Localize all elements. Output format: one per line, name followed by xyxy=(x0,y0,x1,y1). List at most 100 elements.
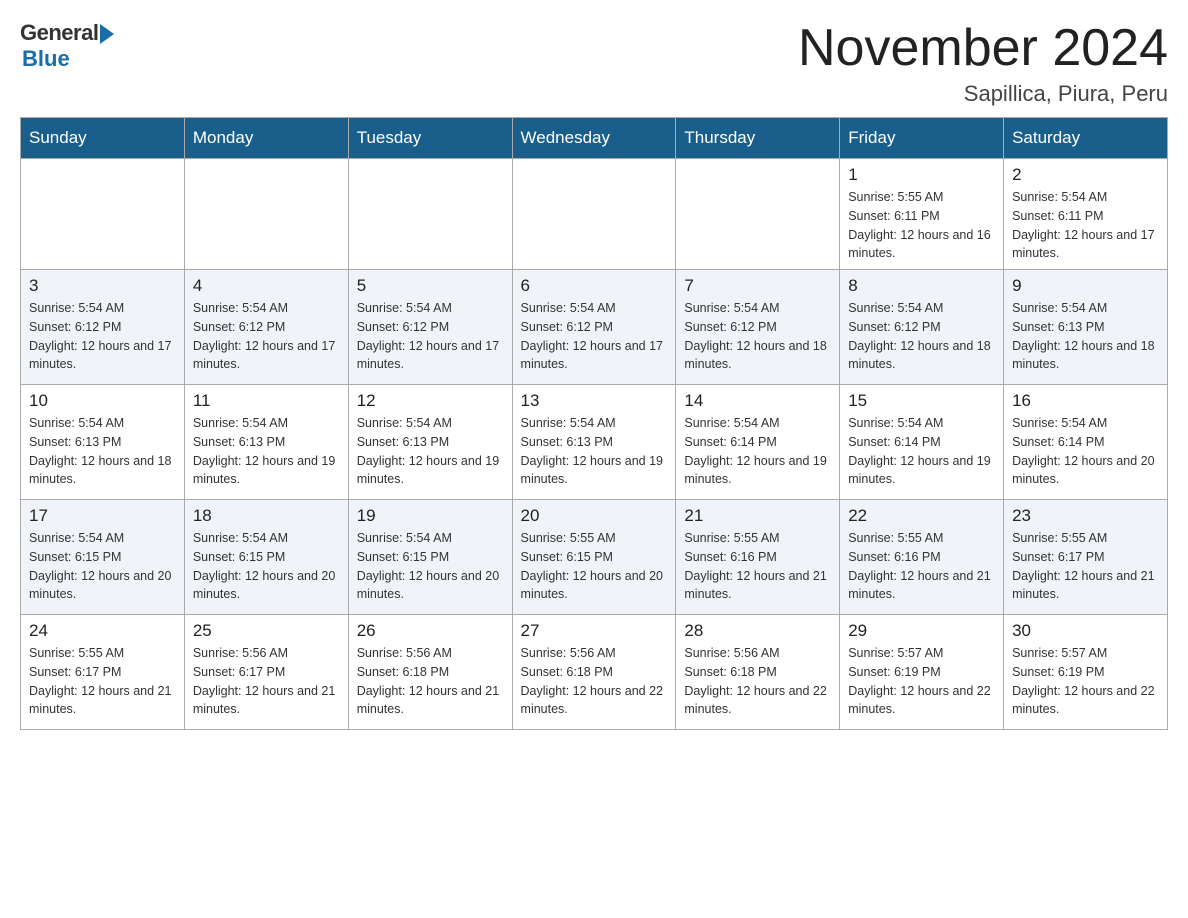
calendar-cell: 29Sunrise: 5:57 AMSunset: 6:19 PMDayligh… xyxy=(840,615,1004,730)
day-info: Sunrise: 5:54 AMSunset: 6:13 PMDaylight:… xyxy=(193,414,340,489)
calendar-cell: 20Sunrise: 5:55 AMSunset: 6:15 PMDayligh… xyxy=(512,500,676,615)
day-info: Sunrise: 5:54 AMSunset: 6:12 PMDaylight:… xyxy=(193,299,340,374)
calendar-cell xyxy=(676,159,840,270)
day-number: 25 xyxy=(193,621,340,641)
day-number: 23 xyxy=(1012,506,1159,526)
logo: General Blue xyxy=(20,20,114,72)
calendar-week-row: 24 Sunrise: 5:55 AMSunset: 6:17 PMDayligh… xyxy=(21,615,1168,730)
calendar-week-row: 17Sunrise: 5:54 AMSunset: 6:15 PMDayligh… xyxy=(21,500,1168,615)
day-number: 29 xyxy=(848,621,995,641)
calendar-day-header: Sunday xyxy=(21,118,185,159)
day-number: 30 xyxy=(1012,621,1159,641)
day-info: Sunrise: 5:55 AMSunset: 6:11 PMDaylight:… xyxy=(848,188,995,263)
day-number: 6 xyxy=(521,276,668,296)
day-number: 8 xyxy=(848,276,995,296)
calendar-cell: 9 Sunrise: 5:54 AMSunset: 6:13 PMDaylight… xyxy=(1004,270,1168,385)
page-header: General Blue November 2024 Sapillica, Pi… xyxy=(20,20,1168,107)
day-info: Sunrise: 5:54 AMSunset: 6:12 PMDaylight:… xyxy=(29,299,176,374)
day-info: Sunrise: 5:56 AMSunset: 6:18 PMDaylight:… xyxy=(684,644,831,719)
calendar-day-header: Thursday xyxy=(676,118,840,159)
calendar-cell: 4 Sunrise: 5:54 AMSunset: 6:12 PMDaylight… xyxy=(184,270,348,385)
calendar-header-row: SundayMondayTuesdayWednesdayThursdayFrid… xyxy=(21,118,1168,159)
calendar-table: SundayMondayTuesdayWednesdayThursdayFrid… xyxy=(20,117,1168,730)
day-info: Sunrise: 5:54 AMSunset: 6:15 PMDaylight:… xyxy=(29,529,176,604)
day-number: 11 xyxy=(193,391,340,411)
calendar-week-row: 1 Sunrise: 5:55 AMSunset: 6:11 PMDaylight… xyxy=(21,159,1168,270)
day-number: 26 xyxy=(357,621,504,641)
day-info: Sunrise: 5:54 AMSunset: 6:14 PMDaylight:… xyxy=(684,414,831,489)
calendar-cell: 16 Sunrise: 5:54 AMSunset: 6:14 PMDayligh… xyxy=(1004,385,1168,500)
day-number: 2 xyxy=(1012,165,1159,185)
calendar-cell: 8 Sunrise: 5:54 AMSunset: 6:12 PMDaylight… xyxy=(840,270,1004,385)
day-info: Sunrise: 5:56 AMSunset: 6:18 PMDaylight:… xyxy=(357,644,504,719)
logo-blue-text: Blue xyxy=(22,46,70,72)
day-info: Sunrise: 5:54 AMSunset: 6:15 PMDaylight:… xyxy=(193,529,340,604)
day-number: 15 xyxy=(848,391,995,411)
day-number: 16 xyxy=(1012,391,1159,411)
calendar-day-header: Friday xyxy=(840,118,1004,159)
day-info: Sunrise: 5:54 AMSunset: 6:12 PMDaylight:… xyxy=(848,299,995,374)
calendar-cell: 11 Sunrise: 5:54 AMSunset: 6:13 PMDayligh… xyxy=(184,385,348,500)
calendar-cell: 6Sunrise: 5:54 AMSunset: 6:12 PMDaylight… xyxy=(512,270,676,385)
calendar-cell: 28 Sunrise: 5:56 AMSunset: 6:18 PMDayligh… xyxy=(676,615,840,730)
day-number: 9 xyxy=(1012,276,1159,296)
day-number: 3 xyxy=(29,276,176,296)
day-info: Sunrise: 5:56 AMSunset: 6:17 PMDaylight:… xyxy=(193,644,340,719)
logo-general-text: General xyxy=(20,20,98,46)
day-number: 12 xyxy=(357,391,504,411)
calendar-day-header: Tuesday xyxy=(348,118,512,159)
day-info: Sunrise: 5:54 AMSunset: 6:11 PMDaylight:… xyxy=(1012,188,1159,263)
calendar-cell: 13Sunrise: 5:54 AMSunset: 6:13 PMDayligh… xyxy=(512,385,676,500)
calendar-cell: 21 Sunrise: 5:55 AMSunset: 6:16 PMDayligh… xyxy=(676,500,840,615)
day-info: Sunrise: 5:56 AMSunset: 6:18 PMDaylight:… xyxy=(521,644,668,719)
day-info: Sunrise: 5:54 AMSunset: 6:15 PMDaylight:… xyxy=(357,529,504,604)
day-number: 14 xyxy=(684,391,831,411)
calendar-cell: 3 Sunrise: 5:54 AMSunset: 6:12 PMDaylight… xyxy=(21,270,185,385)
calendar-week-row: 10 Sunrise: 5:54 AMSunset: 6:13 PMDayligh… xyxy=(21,385,1168,500)
logo-arrow-icon xyxy=(100,24,114,44)
calendar-cell: 17Sunrise: 5:54 AMSunset: 6:15 PMDayligh… xyxy=(21,500,185,615)
calendar-cell: 10 Sunrise: 5:54 AMSunset: 6:13 PMDayligh… xyxy=(21,385,185,500)
day-number: 24 xyxy=(29,621,176,641)
calendar-location: Sapillica, Piura, Peru xyxy=(798,81,1168,107)
calendar-cell xyxy=(21,159,185,270)
calendar-cell: 19 Sunrise: 5:54 AMSunset: 6:15 PMDayligh… xyxy=(348,500,512,615)
day-number: 4 xyxy=(193,276,340,296)
calendar-cell: 14 Sunrise: 5:54 AMSunset: 6:14 PMDayligh… xyxy=(676,385,840,500)
day-info: Sunrise: 5:55 AMSunset: 6:15 PMDaylight:… xyxy=(521,529,668,604)
day-info: Sunrise: 5:54 AMSunset: 6:12 PMDaylight:… xyxy=(357,299,504,374)
day-number: 5 xyxy=(357,276,504,296)
calendar-cell: 30 Sunrise: 5:57 AMSunset: 6:19 PMDayligh… xyxy=(1004,615,1168,730)
day-number: 1 xyxy=(848,165,995,185)
day-number: 28 xyxy=(684,621,831,641)
calendar-cell xyxy=(184,159,348,270)
day-info: Sunrise: 5:55 AMSunset: 6:17 PMDaylight:… xyxy=(29,644,176,719)
day-info: Sunrise: 5:54 AMSunset: 6:13 PMDaylight:… xyxy=(1012,299,1159,374)
calendar-cell: 26 Sunrise: 5:56 AMSunset: 6:18 PMDayligh… xyxy=(348,615,512,730)
calendar-cell xyxy=(512,159,676,270)
day-number: 13 xyxy=(521,391,668,411)
day-number: 27 xyxy=(521,621,668,641)
day-number: 19 xyxy=(357,506,504,526)
day-number: 7 xyxy=(684,276,831,296)
calendar-cell: 22 Sunrise: 5:55 AMSunset: 6:16 PMDayligh… xyxy=(840,500,1004,615)
calendar-day-header: Saturday xyxy=(1004,118,1168,159)
day-info: Sunrise: 5:55 AMSunset: 6:16 PMDaylight:… xyxy=(848,529,995,604)
day-info: Sunrise: 5:57 AMSunset: 6:19 PMDaylight:… xyxy=(1012,644,1159,719)
calendar-cell: 12 Sunrise: 5:54 AMSunset: 6:13 PMDayligh… xyxy=(348,385,512,500)
title-block: November 2024 Sapillica, Piura, Peru xyxy=(798,20,1168,107)
calendar-day-header: Monday xyxy=(184,118,348,159)
day-info: Sunrise: 5:54 AMSunset: 6:14 PMDaylight:… xyxy=(1012,414,1159,489)
calendar-cell: 5 Sunrise: 5:54 AMSunset: 6:12 PMDaylight… xyxy=(348,270,512,385)
day-number: 22 xyxy=(848,506,995,526)
day-info: Sunrise: 5:54 AMSunset: 6:13 PMDaylight:… xyxy=(357,414,504,489)
calendar-cell: 1 Sunrise: 5:55 AMSunset: 6:11 PMDaylight… xyxy=(840,159,1004,270)
day-info: Sunrise: 5:54 AMSunset: 6:14 PMDaylight:… xyxy=(848,414,995,489)
day-number: 21 xyxy=(684,506,831,526)
day-info: Sunrise: 5:55 AMSunset: 6:17 PMDaylight:… xyxy=(1012,529,1159,604)
calendar-week-row: 3 Sunrise: 5:54 AMSunset: 6:12 PMDaylight… xyxy=(21,270,1168,385)
calendar-cell: 7Sunrise: 5:54 AMSunset: 6:12 PMDaylight… xyxy=(676,270,840,385)
day-number: 10 xyxy=(29,391,176,411)
day-info: Sunrise: 5:54 AMSunset: 6:13 PMDaylight:… xyxy=(29,414,176,489)
day-info: Sunrise: 5:55 AMSunset: 6:16 PMDaylight:… xyxy=(684,529,831,604)
